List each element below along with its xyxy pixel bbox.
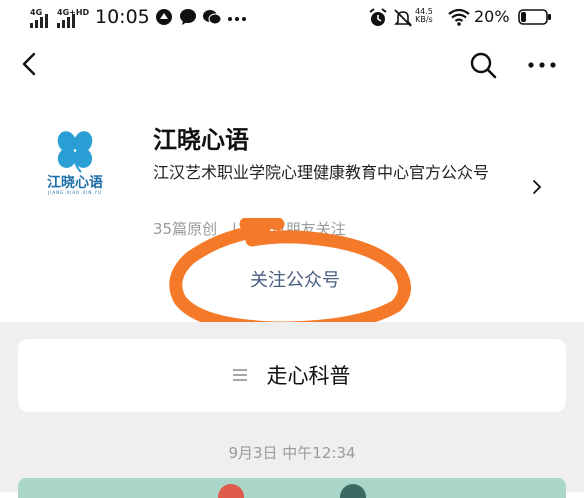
- follower-count: 42位朋友关注: [251, 220, 346, 238]
- article-thumbnail[interactable]: [18, 478, 566, 498]
- mute-icon: [394, 9, 412, 27]
- signal-icon: [57, 14, 75, 28]
- account-profile: 江晓心语 JIANG XIAO XIN YU 江晓心语 江汉艺术职业学院心理健康…: [0, 100, 584, 322]
- message-feed: 走心科普 9月3日 中午12:34: [0, 322, 584, 498]
- battery-percent: 20%: [474, 7, 510, 26]
- message-timestamp: 9月3日 中午12:34: [228, 444, 356, 462]
- logo-subtext: JIANG XIAO XIN YU: [47, 190, 103, 195]
- menu-card[interactable]: 走心科普: [18, 339, 566, 412]
- stats-separator: |: [231, 220, 237, 238]
- app-notification-icon: [156, 9, 172, 25]
- menu-card-content: 走心科普: [18, 339, 566, 412]
- wechat-icon: [203, 10, 222, 25]
- wifi-icon: [448, 8, 470, 26]
- battery-icon: [518, 9, 551, 25]
- thumbnail-figure-1: [218, 484, 244, 498]
- article-count: 35篇原创: [153, 220, 218, 238]
- alarm-icon: [369, 8, 387, 26]
- signal-icon: [30, 14, 48, 28]
- account-logo: 江晓心语 JIANG XIAO XIN YU: [26, 126, 124, 198]
- clock: 10:05: [95, 6, 150, 28]
- clover-icon: [57, 131, 93, 173]
- list-lines-icon: [233, 368, 248, 381]
- account-stats: 35篇原创 | 42位朋友关注: [153, 218, 356, 239]
- more-dots-icon: [228, 17, 246, 21]
- back-chevron-icon[interactable]: [16, 50, 44, 78]
- chevron-right-icon[interactable]: [530, 178, 544, 196]
- more-dots-icon[interactable]: [524, 50, 560, 80]
- menu-label: 走心科普: [266, 364, 351, 388]
- status-bar: 4G 4G+HD 10:05 44.5 KB/s 20%: [0, 0, 584, 36]
- nav-bar: [0, 40, 584, 90]
- chat-bubble-icon: [180, 9, 196, 25]
- search-icon[interactable]: [468, 50, 498, 80]
- thumbnail-figure-2: [340, 484, 366, 498]
- network-speed: 44.5 KB/s: [415, 8, 433, 24]
- follow-button[interactable]: 关注公众号: [215, 266, 375, 296]
- logo-text: 江晓心语: [47, 175, 103, 191]
- account-name: 江晓心语: [153, 126, 249, 154]
- speed-unit: KB/s: [415, 15, 433, 24]
- account-description[interactable]: 江汉艺术职业学院心理健康教育中心官方公众号: [153, 160, 533, 185]
